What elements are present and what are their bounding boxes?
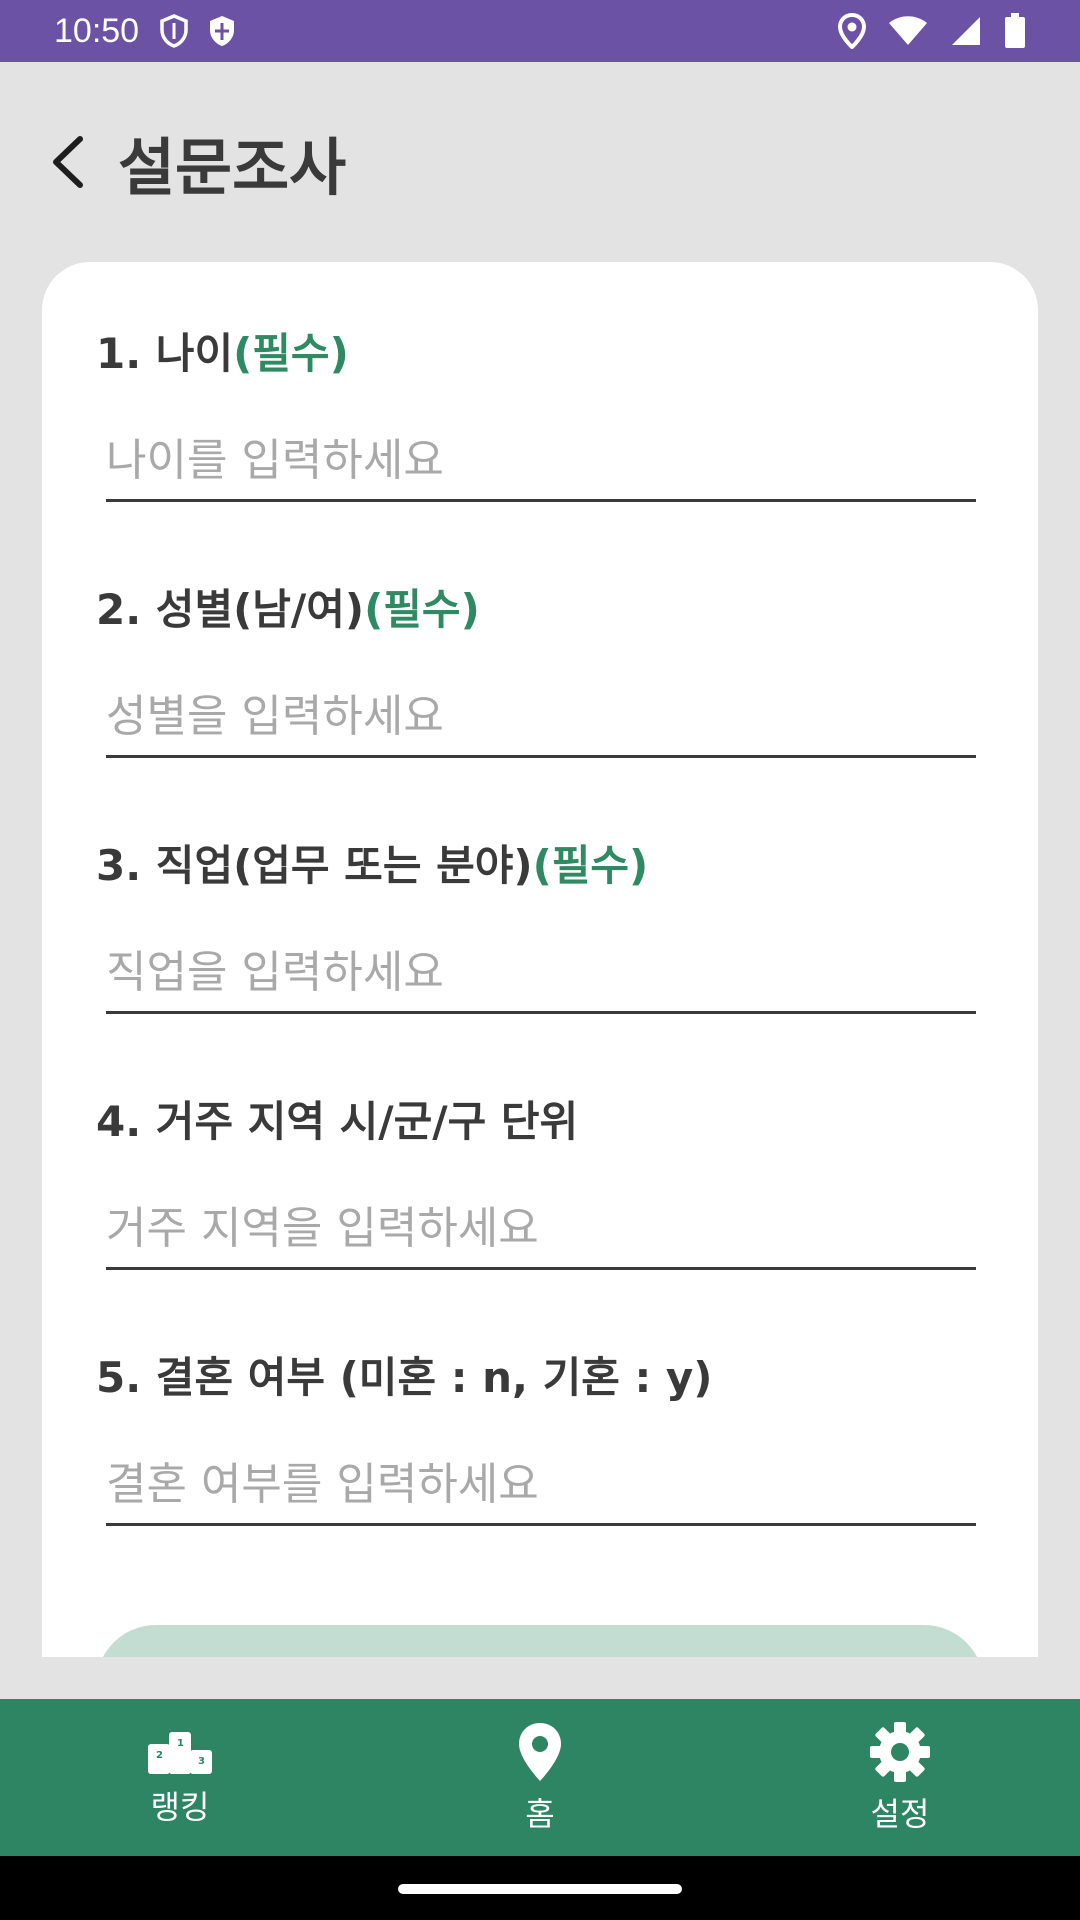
gender-input[interactable] (106, 691, 976, 742)
app-header: 설문조사 (0, 62, 1080, 262)
location-icon (838, 13, 866, 49)
nav-item-ranking[interactable]: 2 1 3 랭킹 (0, 1699, 360, 1856)
region-input[interactable] (106, 1203, 976, 1254)
wifi-icon (888, 15, 928, 47)
occupation-input[interactable] (106, 947, 976, 998)
occupation-field (106, 934, 976, 1014)
question-region: 4. 거주 지역 시/군/구 단위 (96, 1092, 976, 1270)
age-field (106, 422, 976, 502)
region-field (106, 1190, 976, 1270)
question-text: 5. 결혼 여부 (미혼 : n, 기혼 : y) (96, 1353, 713, 1402)
battery-icon (1004, 13, 1026, 49)
home-gesture-handle[interactable] (398, 1884, 682, 1894)
required-mark: (필수) (532, 841, 649, 890)
svg-text:1: 1 (177, 1738, 184, 1749)
question-label: 5. 결혼 여부 (미혼 : n, 기혼 : y) (96, 1348, 976, 1408)
question-label: 3. 직업(업무 또는 분야)(필수) (96, 836, 976, 896)
survey-form: 1. 나이(필수) 2. 성별(남/여)(필수) 3. 직업(업무 또는 분야)… (42, 262, 1038, 1657)
bottom-nav: 2 1 3 랭킹 홈 설정 (0, 1699, 1080, 1856)
svg-text:2: 2 (156, 1750, 163, 1761)
age-input[interactable] (106, 435, 976, 486)
question-age: 1. 나이(필수) (96, 324, 976, 502)
required-mark: (필수) (233, 329, 349, 378)
nav-item-home[interactable]: 홈 (360, 1699, 720, 1856)
marital-status-input[interactable] (106, 1459, 976, 1510)
required-mark: (필수) (364, 585, 480, 634)
nav-label: 홈 (525, 1794, 555, 1833)
question-label: 2. 성별(남/여)(필수) (96, 580, 976, 640)
page-title: 설문조사 (118, 131, 347, 204)
status-time: 10:50 (54, 11, 140, 50)
submit-button[interactable] (96, 1625, 984, 1657)
nav-label: 랭킹 (150, 1787, 210, 1826)
back-button[interactable] (48, 132, 92, 192)
question-label: 1. 나이(필수) (96, 324, 976, 384)
question-text: 4. 거주 지역 시/군/구 단위 (96, 1097, 579, 1146)
question-text: 3. 직업(업무 또는 분야) (96, 841, 533, 890)
question-marital-status: 5. 결혼 여부 (미혼 : n, 기혼 : y) (96, 1348, 976, 1526)
podium-icon: 2 1 3 (148, 1731, 212, 1774)
question-text: 1. 나이 (96, 329, 234, 378)
system-nav-bar (0, 1856, 1080, 1920)
nav-item-settings[interactable]: 설정 (720, 1699, 1080, 1856)
cell-signal-icon (950, 15, 982, 47)
question-gender: 2. 성별(남/여)(필수) (96, 580, 976, 758)
gender-field (106, 678, 976, 758)
status-bar: 10:50 (0, 0, 1080, 62)
shield-outline-icon (159, 14, 189, 48)
security-shield-icon (207, 14, 237, 48)
question-label: 4. 거주 지역 시/군/구 단위 (96, 1092, 976, 1152)
svg-text:3: 3 (198, 1756, 205, 1767)
chevron-left-icon (53, 136, 83, 188)
status-left-icons (159, 14, 237, 48)
marital-status-field (106, 1446, 976, 1526)
question-occupation: 3. 직업(업무 또는 분야)(필수) (96, 836, 976, 1014)
nav-label: 설정 (870, 1794, 930, 1833)
status-right-icons (838, 13, 1026, 49)
gear-icon (870, 1721, 930, 1782)
location-pin-icon (519, 1722, 561, 1781)
question-text: 2. 성별(남/여) (96, 585, 365, 634)
